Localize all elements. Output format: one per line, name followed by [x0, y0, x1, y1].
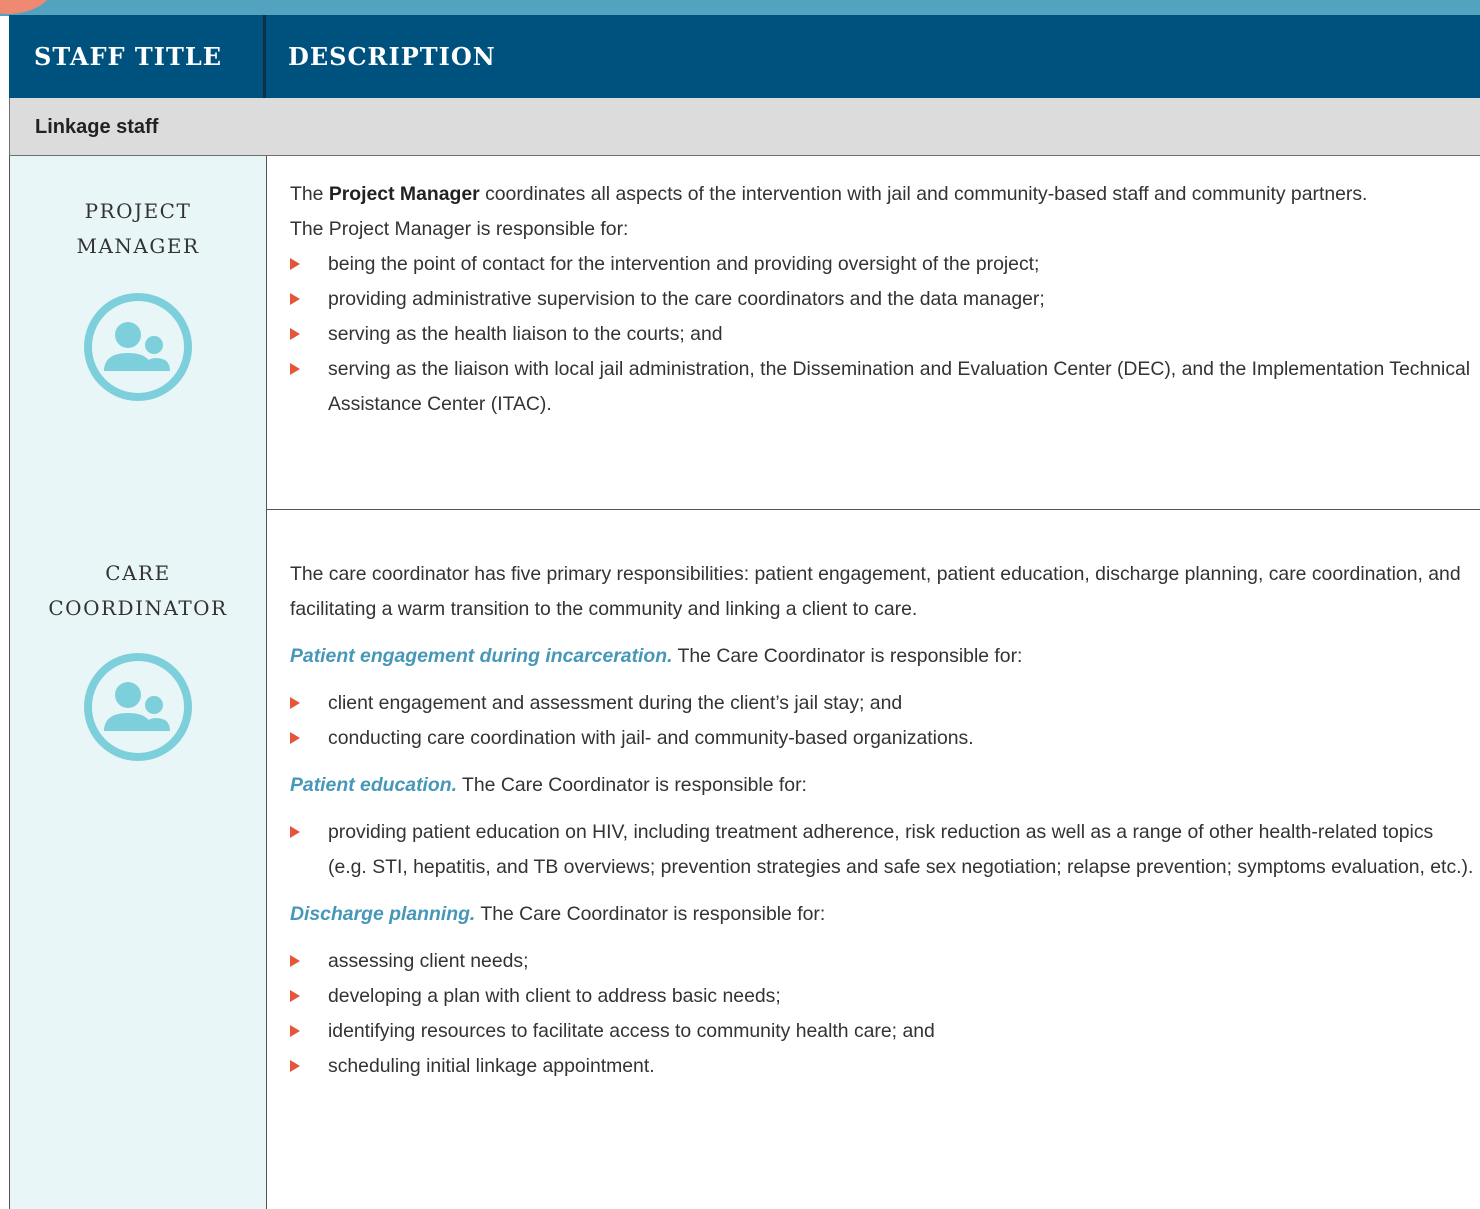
bullet-text: identifying resources to facilitate acce…: [328, 1020, 935, 1042]
staff-table: STAFF TITLE DESCRIPTION Linkage staff PR…: [9, 15, 1480, 1209]
bullet-text: being the point of contact for the inter…: [328, 253, 1040, 275]
table-header: STAFF TITLE DESCRIPTION: [9, 15, 1480, 98]
bullet-text: developing a plan with client to address…: [328, 985, 781, 1007]
text: The Care Coordinator is responsible for:: [475, 903, 826, 925]
staff-title: PROJECT MANAGER: [10, 194, 266, 264]
intro-paragraph: The Project Manager coordinates all aspe…: [290, 177, 1475, 212]
description-cell: The care coordinator has five primary re…: [267, 509, 1480, 1209]
text: coordinates all aspects of the intervent…: [479, 183, 1368, 205]
subsection-heading: Discharge planning. The Care Coordinator…: [290, 897, 1475, 932]
staff-title-line: CARE: [105, 561, 171, 585]
list-item: being the point of contact for the inter…: [290, 247, 1475, 282]
intro-paragraph: The care coordinator has five primary re…: [290, 563, 1461, 620]
bold-text: Project Manager: [328, 183, 480, 205]
bullet-text: scheduling initial linkage appointment.: [328, 1055, 655, 1077]
subhead-text: Discharge planning.: [290, 903, 476, 925]
bullet-text: providing patient education on HIV, incl…: [328, 821, 1474, 878]
bullet-text: providing administrative supervision to …: [328, 288, 1045, 310]
text: The Care Coordinator is responsible for:: [457, 774, 807, 796]
staff-title-line: PROJECT: [84, 199, 192, 223]
bullet-arrow-icon: [290, 328, 300, 340]
staff-title-cell: PROJECT MANAGER: [9, 156, 267, 509]
list-item: providing administrative supervision to …: [290, 282, 1475, 317]
bullet-arrow-icon: [290, 293, 300, 305]
bullet-arrow-icon: [290, 258, 300, 270]
description-text: The care coordinator has five primary re…: [290, 557, 1475, 1084]
bullet-arrow-icon: [290, 363, 300, 375]
bullet-text: serving as the health liaison to the cou…: [328, 323, 723, 345]
people-icon: [82, 651, 194, 763]
header-staff-title: STAFF TITLE: [9, 15, 266, 98]
list-item: serving as the health liaison to the cou…: [290, 317, 1475, 352]
subhead-text: Patient education.: [290, 774, 457, 796]
list-item: developing a plan with client to address…: [290, 979, 1475, 1014]
bullet-text: assessing client needs;: [328, 950, 529, 972]
people-icon: [82, 291, 194, 403]
header-description: DESCRIPTION: [288, 42, 496, 71]
bullet-arrow-icon: [290, 732, 300, 744]
list-item: identifying resources to facilitate acce…: [290, 1014, 1475, 1049]
responsibility-intro: The Project Manager is responsible for:: [290, 218, 629, 240]
list-item: conducting care coordination with jail- …: [290, 721, 1475, 756]
description-text: The Project Manager coordinates all aspe…: [290, 177, 1475, 422]
list-item: providing patient education on HIV, incl…: [290, 815, 1475, 885]
description-cell: The Project Manager coordinates all aspe…: [267, 156, 1480, 509]
list-item: client engagement and assessment during …: [290, 686, 1475, 721]
staff-title: CARE COORDINATOR: [10, 556, 266, 626]
bullet-text: client engagement and assessment during …: [328, 692, 903, 714]
list-item: assessing client needs;: [290, 944, 1475, 979]
bullet-text: conducting care coordination with jail- …: [328, 727, 974, 749]
text: The: [290, 183, 329, 205]
staff-title-cell: CARE COORDINATOR: [9, 509, 267, 1209]
section-label: Linkage staff: [35, 116, 159, 138]
list-item: serving as the liaison with local jail a…: [290, 352, 1475, 422]
bullet-arrow-icon: [290, 1060, 300, 1072]
subsection-heading: Patient engagement during incarceration.…: [290, 639, 1475, 674]
subsection-heading: Patient education. The Care Coordinator …: [290, 768, 1475, 803]
top-band: [0, 0, 1480, 16]
bullet-arrow-icon: [290, 697, 300, 709]
table-row-project-manager: PROJECT MANAGER The Project Manager coor…: [9, 156, 1480, 510]
bullet-arrow-icon: [290, 990, 300, 1002]
list-item: scheduling initial linkage appointment.: [290, 1049, 1475, 1084]
table-row-care-coordinator: CARE COORDINATOR The care coordinator ha…: [9, 509, 1480, 1209]
bullet-arrow-icon: [290, 955, 300, 967]
section-row: Linkage staff: [9, 98, 1480, 156]
staff-title-line: MANAGER: [76, 234, 200, 258]
subhead-text: Patient engagement during incarceration.: [290, 645, 673, 667]
staff-title-line: COORDINATOR: [48, 596, 228, 620]
bullet-text: serving as the liaison with local jail a…: [328, 358, 1471, 415]
bullet-arrow-icon: [290, 1025, 300, 1037]
text: The Care Coordinator is responsible for:: [672, 645, 1023, 667]
bullet-arrow-icon: [290, 826, 300, 838]
